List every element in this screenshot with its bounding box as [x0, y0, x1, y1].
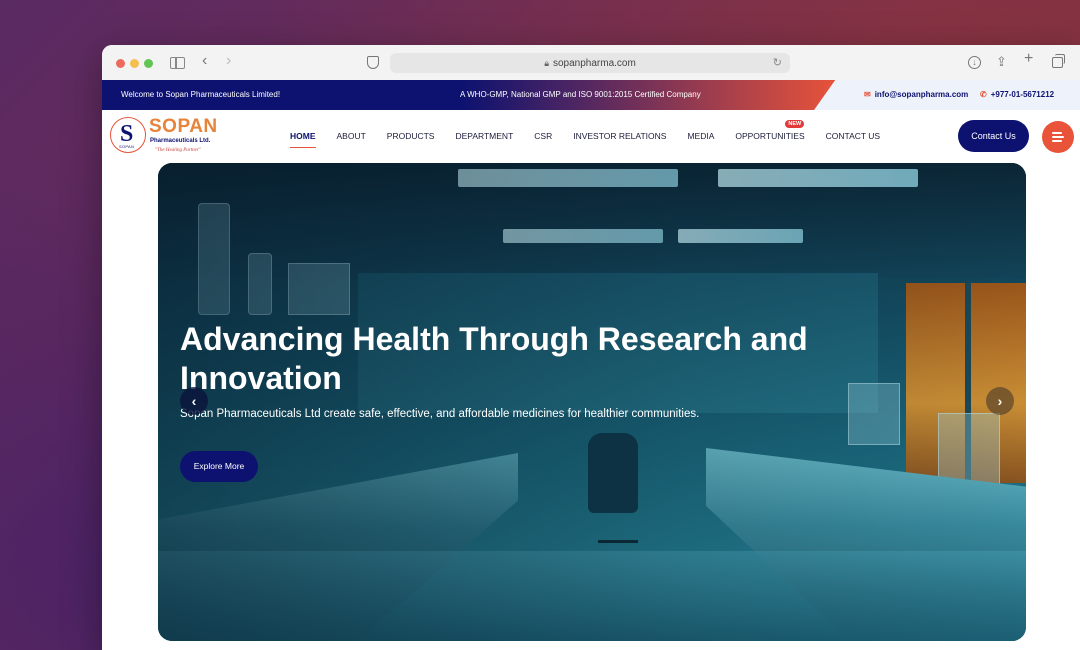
mail-icon: ✉ [864, 90, 871, 99]
nav-item-products[interactable]: PRODUCTS [387, 131, 435, 141]
back-arrow-icon[interactable]: ‹ [202, 53, 207, 69]
nav-item-department[interactable]: DEPARTMENT [455, 131, 513, 141]
forward-arrow-icon[interactable]: › [226, 53, 231, 69]
hamburger-menu-icon[interactable] [1042, 121, 1074, 153]
certification-text: A WHO-GMP, National GMP and ISO 9001:201… [460, 90, 701, 99]
phone-text: +977-01-5671212 [990, 90, 1055, 99]
nav-item-about[interactable]: ABOUT [337, 131, 366, 141]
share-icon[interactable]: ⇪ [996, 54, 1007, 70]
phone-icon: ✆ [980, 90, 987, 99]
hero-overlay [158, 163, 1026, 641]
logo-mark-text: SOPAN [119, 144, 135, 149]
chevron-left-icon[interactable]: ‹ [180, 387, 208, 415]
chevron-right-icon[interactable]: › [986, 387, 1014, 415]
hero-subtitle: Sopan Pharmaceuticals Ltd create safe, e… [180, 408, 700, 420]
close-window-button[interactable] [116, 59, 125, 68]
logo-name: SOPAN [149, 116, 218, 137]
nav-item-csr[interactable]: CSR [534, 131, 552, 141]
new-tab-icon[interactable]: + [1024, 51, 1033, 67]
site-logo[interactable]: S SOPAN SOPAN Pharmaceuticals Ltd. "The … [110, 116, 225, 156]
top-info-bar: Welcome to Sopan Pharmaceuticals Limited… [102, 80, 1080, 110]
nav-item-opportunities[interactable]: OPPORTUNITIES NEW [735, 120, 805, 141]
nav-menu: HOME ABOUT PRODUCTS DEPARTMENT CSR INVES… [290, 110, 901, 162]
nav-item-opportunities-label: OPPORTUNITIES [735, 131, 805, 141]
nav-item-contact-us[interactable]: CONTACT US [826, 131, 880, 141]
address-bar[interactable]: 🔒︎ sopanpharma.com ↻ [390, 53, 790, 73]
url-text: sopanpharma.com [552, 58, 636, 69]
logo-mark: S SOPAN [110, 117, 146, 153]
browser-toolbar: ‹ › 🔒︎ sopanpharma.com ↻ ↓ ⇪ + [102, 45, 1080, 81]
email-text: info@sopanpharma.com [874, 90, 969, 99]
main-navigation: S SOPAN SOPAN Pharmaceuticals Ltd. "The … [102, 110, 1080, 162]
download-icon[interactable]: ↓ [968, 56, 981, 69]
nav-item-media[interactable]: MEDIA [687, 131, 714, 141]
nav-item-investor-relations[interactable]: INVESTOR RELATIONS [573, 131, 666, 141]
explore-more-button[interactable]: Explore More [180, 451, 258, 482]
welcome-text: Welcome to Sopan Pharmaceuticals Limited… [121, 90, 281, 99]
logo-subtitle: Pharmaceuticals Ltd. [150, 138, 211, 144]
new-badge: NEW [785, 120, 805, 128]
hero-title: Advancing Health Through Research and In… [180, 321, 808, 396]
browser-window: ‹ › 🔒︎ sopanpharma.com ↻ ↓ ⇪ + Welcome to… [102, 45, 1080, 650]
phone-link[interactable]: ✆ +977-01-5671212 [980, 80, 1054, 110]
nav-item-home[interactable]: HOME [290, 131, 316, 148]
privacy-shield-icon[interactable] [367, 56, 379, 69]
minimize-window-button[interactable] [130, 59, 139, 68]
tab-overview-icon[interactable] [1052, 54, 1065, 68]
reload-icon[interactable]: ↻ [773, 53, 782, 73]
lock-icon: 🔒︎ [544, 58, 549, 68]
sidebar-toggle-icon[interactable] [170, 57, 185, 69]
email-link[interactable]: ✉ info@sopanpharma.com [864, 80, 968, 110]
contact-us-button[interactable]: Contact Us [958, 120, 1029, 152]
hero-slider: Advancing Health Through Research and In… [158, 163, 1026, 641]
logo-tagline: "The Healing Partner" [155, 148, 201, 153]
maximize-window-button[interactable] [144, 59, 153, 68]
